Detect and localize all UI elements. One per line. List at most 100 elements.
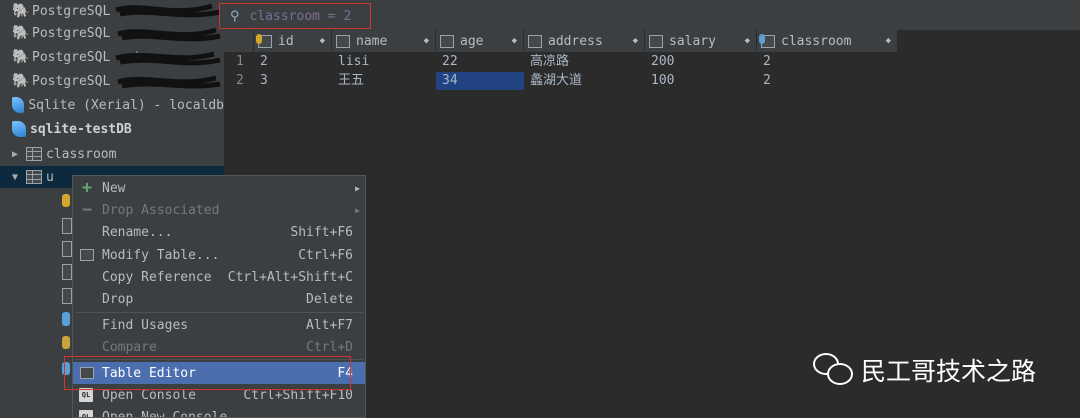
table-icon xyxy=(26,170,42,184)
table-row: 2 3 王五 34 蠡湖大道 100 2 xyxy=(224,72,898,90)
table-icon xyxy=(80,249,94,261)
menu-item-shortcut: Shift+F6 xyxy=(290,224,353,240)
menu-item-shortcut: Alt+F7 xyxy=(306,317,353,333)
menu-item-copy-reference[interactable]: Copy Reference Ctrl+Alt+Shift+C xyxy=(73,266,365,288)
column-header-label: classroom xyxy=(781,33,852,49)
menu-item-label: Drop Associated xyxy=(102,202,220,218)
column-icon xyxy=(649,34,663,48)
watermark-text: 民工哥技术之路 xyxy=(861,357,1037,386)
column-header-label: id xyxy=(278,33,294,49)
menu-item-open-console[interactable]: QL Open Console Ctrl+Shift+F10 xyxy=(73,384,365,406)
tree-item-postgresql-1[interactable]: 🐘 PostgreSQL - xyxy=(0,0,224,22)
primary-key-column-icon xyxy=(256,33,272,48)
column-icon xyxy=(62,241,72,257)
tree-item-label: classroom xyxy=(46,146,117,162)
sort-icon[interactable]: ◆ xyxy=(745,36,750,46)
cell-id[interactable]: 2 xyxy=(254,53,332,71)
tree-item-sqlite-localdb[interactable]: Sqlite (Xerial) - localdb xyxy=(0,94,224,116)
cell-address[interactable]: 高凉路 xyxy=(524,53,645,71)
index-icon xyxy=(62,362,70,375)
column-icon xyxy=(336,34,350,48)
menu-item-shortcut: Ctrl+Alt+Shift+C xyxy=(227,269,353,285)
postgresql-icon: 🐘 xyxy=(12,49,30,65)
tree-item-label: sqlite-testDB xyxy=(30,121,132,137)
tree-item-postgresql-4[interactable]: 🐘 PostgreSQL - xyxy=(0,70,224,92)
column-header-classroom[interactable]: classroom ◆ xyxy=(757,30,898,52)
menu-item-label: Drop xyxy=(102,291,134,307)
tree-item-label: PostgreSQL - te xyxy=(32,49,150,65)
wechat-icon xyxy=(813,353,855,387)
filter-icon[interactable]: ⚲ xyxy=(230,9,240,24)
column-header-id[interactable]: id ◆ xyxy=(254,30,332,52)
menu-item-shortcut: Ctrl+D xyxy=(306,339,353,355)
submenu-arrow-icon: ▶ xyxy=(355,183,360,193)
column-header-name[interactable]: name ◆ xyxy=(332,30,436,52)
minus-icon: − xyxy=(81,200,93,220)
menu-item-shortcut: F4 xyxy=(337,365,353,381)
plus-icon: + xyxy=(81,178,93,198)
collapse-arrow-icon[interactable]: ▼ xyxy=(12,172,22,183)
sort-icon[interactable]: ◆ xyxy=(512,36,517,46)
sqlite-icon xyxy=(12,97,25,113)
filter-text: classroom = 2 xyxy=(249,8,352,24)
tree-item-table-classroom[interactable]: ▶ classroom xyxy=(0,143,224,165)
cell-id[interactable]: 3 xyxy=(254,72,332,90)
menu-item-find-usages[interactable]: Find Usages Alt+F7 xyxy=(73,314,365,336)
cell-salary[interactable]: 100 xyxy=(645,72,757,90)
menu-item-label: Table Editor xyxy=(102,365,196,381)
primary-key-column-icon xyxy=(62,194,70,207)
tree-item-label: PostgreSQL - xyxy=(32,25,126,41)
postgresql-icon: 🐘 xyxy=(12,73,30,89)
menu-item-open-new-console[interactable]: QL Open New Console xyxy=(73,406,365,418)
cell-classroom[interactable]: 2 xyxy=(757,53,898,71)
menu-item-label: Open Console xyxy=(102,387,196,403)
data-grid: id ◆ name ◆ age ◆ address ◆ salary ◆ cla… xyxy=(224,30,898,92)
cell-age-selected[interactable]: 34 xyxy=(436,72,524,90)
submenu-arrow-icon: ▶ xyxy=(355,205,360,215)
column-header-label: salary xyxy=(669,33,716,49)
tree-item-label: Sqlite (Xerial) - localdb xyxy=(28,97,224,113)
sort-icon[interactable]: ◆ xyxy=(886,36,891,46)
menu-item-label: Open New Console xyxy=(102,409,228,418)
tree-item-postgresql-2[interactable]: 🐘 PostgreSQL - xyxy=(0,22,224,44)
ql-console-icon: QL xyxy=(79,388,93,402)
watermark: 民工哥技术之路 xyxy=(813,352,1036,388)
row-number: 2 xyxy=(236,73,244,88)
column-icon xyxy=(62,264,72,280)
sort-icon[interactable]: ◆ xyxy=(633,36,638,46)
postgresql-icon: 🐘 xyxy=(12,25,30,41)
menu-item-drop[interactable]: Drop Delete xyxy=(73,288,365,310)
menu-item-label: New xyxy=(102,180,126,196)
cell-salary[interactable]: 200 xyxy=(645,53,757,71)
menu-item-drop-associated[interactable]: − Drop Associated ▶ xyxy=(73,199,365,221)
column-icon xyxy=(62,218,72,234)
menu-item-table-editor[interactable]: Table Editor F4 xyxy=(73,362,365,384)
cell-name[interactable]: lisi xyxy=(332,53,436,71)
menu-item-rename[interactable]: Rename... Shift+F6 xyxy=(73,221,365,243)
column-header-salary[interactable]: salary ◆ xyxy=(645,30,757,52)
foreign-key-column-icon xyxy=(759,33,775,48)
column-header-age[interactable]: age ◆ xyxy=(436,30,524,52)
row-number: 1 xyxy=(236,54,244,69)
filter-input[interactable]: ⚲ classroom = 2 xyxy=(219,3,371,29)
foreign-key-column-icon xyxy=(62,312,70,326)
menu-item-compare[interactable]: Compare Ctrl+D xyxy=(73,336,365,358)
cell-age[interactable]: 22 xyxy=(436,53,524,71)
column-header-address[interactable]: address ◆ xyxy=(524,30,645,52)
menu-item-label: Compare xyxy=(102,339,157,355)
sort-icon[interactable]: ◆ xyxy=(424,36,429,46)
expand-arrow-icon[interactable]: ▶ xyxy=(12,149,22,160)
menu-item-modify-table[interactable]: Modify Table... Ctrl+F6 xyxy=(73,244,365,266)
tree-item-sqlite-testdb[interactable]: sqlite-testDB xyxy=(0,118,224,140)
cell-address[interactable]: 蠡湖大道 xyxy=(524,72,645,90)
column-header-label: address xyxy=(548,33,603,49)
menu-item-new[interactable]: + New ▶ xyxy=(73,177,365,199)
menu-item-label: Rename... xyxy=(102,224,173,240)
sort-icon[interactable]: ◆ xyxy=(320,36,325,46)
cell-classroom[interactable]: 2 xyxy=(757,72,898,90)
menu-separator xyxy=(75,312,363,313)
tree-item-postgresql-3[interactable]: 🐘 PostgreSQL - te xyxy=(0,46,224,68)
cell-name[interactable]: 王五 xyxy=(332,72,436,90)
table-row: 1 2 lisi 22 高凉路 200 2 xyxy=(224,53,898,71)
table-icon xyxy=(26,147,42,161)
